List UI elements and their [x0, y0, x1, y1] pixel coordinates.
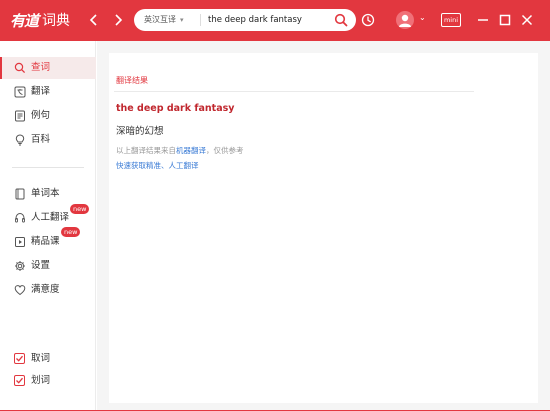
translation-text: 深暗的幻想 — [116, 126, 164, 137]
sidebar-item-encyclopedia[interactable]: 百科 — [0, 129, 96, 151]
logo-text: 词典 — [42, 13, 71, 29]
select-word-toggle[interactable]: 划词 — [0, 370, 96, 392]
sidebar: 查词 翻译 例句 百科 单词本 人工翻译 new 精品课 new 设置 满意度 … — [0, 41, 96, 411]
search-icon — [14, 62, 26, 74]
example-icon — [15, 110, 25, 122]
close-icon — [521, 14, 533, 26]
query-term: the deep dark fantasy — [116, 103, 235, 114]
capture-word-toggle[interactable]: 取词 — [0, 348, 96, 370]
title-bar: 有道 词典 英汉互译 ▾ ⌄ mini — [0, 0, 550, 41]
sidebar-item-label: 精品课 — [31, 236, 60, 247]
headset-icon — [15, 212, 25, 223]
gear-icon — [15, 261, 25, 271]
heart-icon — [14, 285, 26, 296]
close-button[interactable] — [520, 12, 534, 28]
checkbox-label: 划词 — [31, 375, 51, 386]
checkbox-label: 取词 — [31, 353, 51, 364]
chevron-left-icon — [89, 14, 97, 26]
new-badge: new — [70, 204, 90, 214]
main-panel: 翻译结果 the deep dark fantasy 深暗的幻想 以上翻译结果来… — [97, 41, 550, 411]
chevron-right-icon — [115, 14, 123, 26]
logo-mark: 有道 — [10, 11, 39, 30]
chevron-down-icon: ▾ — [180, 16, 184, 24]
sidebar-item-human-translation[interactable]: 人工翻译 new — [0, 204, 96, 229]
new-badge: new — [61, 227, 81, 237]
mini-mode-button[interactable]: mini — [441, 13, 461, 27]
minimize-icon — [478, 19, 488, 21]
machine-translation-link[interactable]: 机器翻译 — [176, 146, 206, 155]
avatar[interactable] — [396, 11, 414, 29]
maximize-button[interactable] — [498, 12, 512, 28]
forward-button[interactable] — [110, 11, 126, 29]
sidebar-item-lookup[interactable]: 查词 — [0, 57, 96, 79]
course-icon — [15, 237, 25, 247]
wordbook-icon — [15, 188, 25, 200]
source-suffix: ，仅供参考 — [206, 146, 244, 155]
history-icon[interactable] — [361, 13, 375, 27]
account-menu-chevron-icon[interactable]: ⌄ — [419, 13, 426, 22]
search-divider — [200, 14, 201, 26]
result-card: 翻译结果 the deep dark fantasy 深暗的幻想 以上翻译结果来… — [109, 53, 538, 403]
check-icon — [16, 355, 23, 362]
sidebar-item-label: 例句 — [31, 110, 51, 121]
sidebar-item-courses[interactable]: 精品课 new — [0, 227, 96, 253]
sidebar-item-label: 人工翻译 — [31, 212, 70, 223]
source-note: 以上翻译结果来自机器翻译，仅供参考 — [116, 145, 244, 156]
sidebar-item-satisfaction[interactable]: 满意度 — [0, 279, 96, 301]
search-box: 英汉互译 ▾ — [134, 9, 356, 31]
checkbox[interactable] — [14, 375, 25, 386]
sidebar-divider — [12, 167, 84, 168]
sidebar-item-label: 单词本 — [31, 188, 60, 199]
maximize-icon — [499, 14, 511, 26]
sidebar-item-translate[interactable]: 翻译 — [0, 81, 96, 103]
language-select-label: 英汉互译 — [144, 15, 176, 24]
back-button[interactable] — [86, 11, 102, 29]
sidebar-item-label: 查词 — [31, 62, 51, 73]
human-translation-link[interactable]: 快速获取精准、人工翻译 — [116, 160, 199, 171]
checkbox[interactable] — [14, 353, 25, 364]
tab-translation-result[interactable]: 翻译结果 — [116, 75, 148, 92]
sidebar-item-label: 百科 — [31, 134, 51, 145]
app-logo: 有道 词典 — [10, 10, 70, 30]
sidebar-item-wordbook[interactable]: 单词本 — [0, 183, 96, 205]
sidebar-item-label: 满意度 — [31, 284, 60, 295]
sidebar-item-label: 设置 — [31, 260, 51, 271]
search-input[interactable] — [208, 12, 328, 28]
translate-icon — [14, 86, 26, 98]
active-indicator — [0, 57, 2, 79]
tab-divider — [114, 91, 474, 92]
check-icon — [16, 377, 23, 384]
sidebar-item-settings[interactable]: 设置 — [0, 255, 96, 277]
language-select[interactable]: 英汉互译 ▾ — [144, 9, 184, 31]
user-icon — [399, 14, 411, 27]
source-prefix: 以上翻译结果来自 — [116, 146, 176, 155]
sidebar-item-label: 翻译 — [31, 86, 51, 97]
minimize-button[interactable] — [476, 12, 490, 28]
bulb-icon — [15, 134, 25, 146]
sidebar-item-examples[interactable]: 例句 — [0, 105, 96, 127]
search-icon[interactable] — [334, 13, 348, 27]
